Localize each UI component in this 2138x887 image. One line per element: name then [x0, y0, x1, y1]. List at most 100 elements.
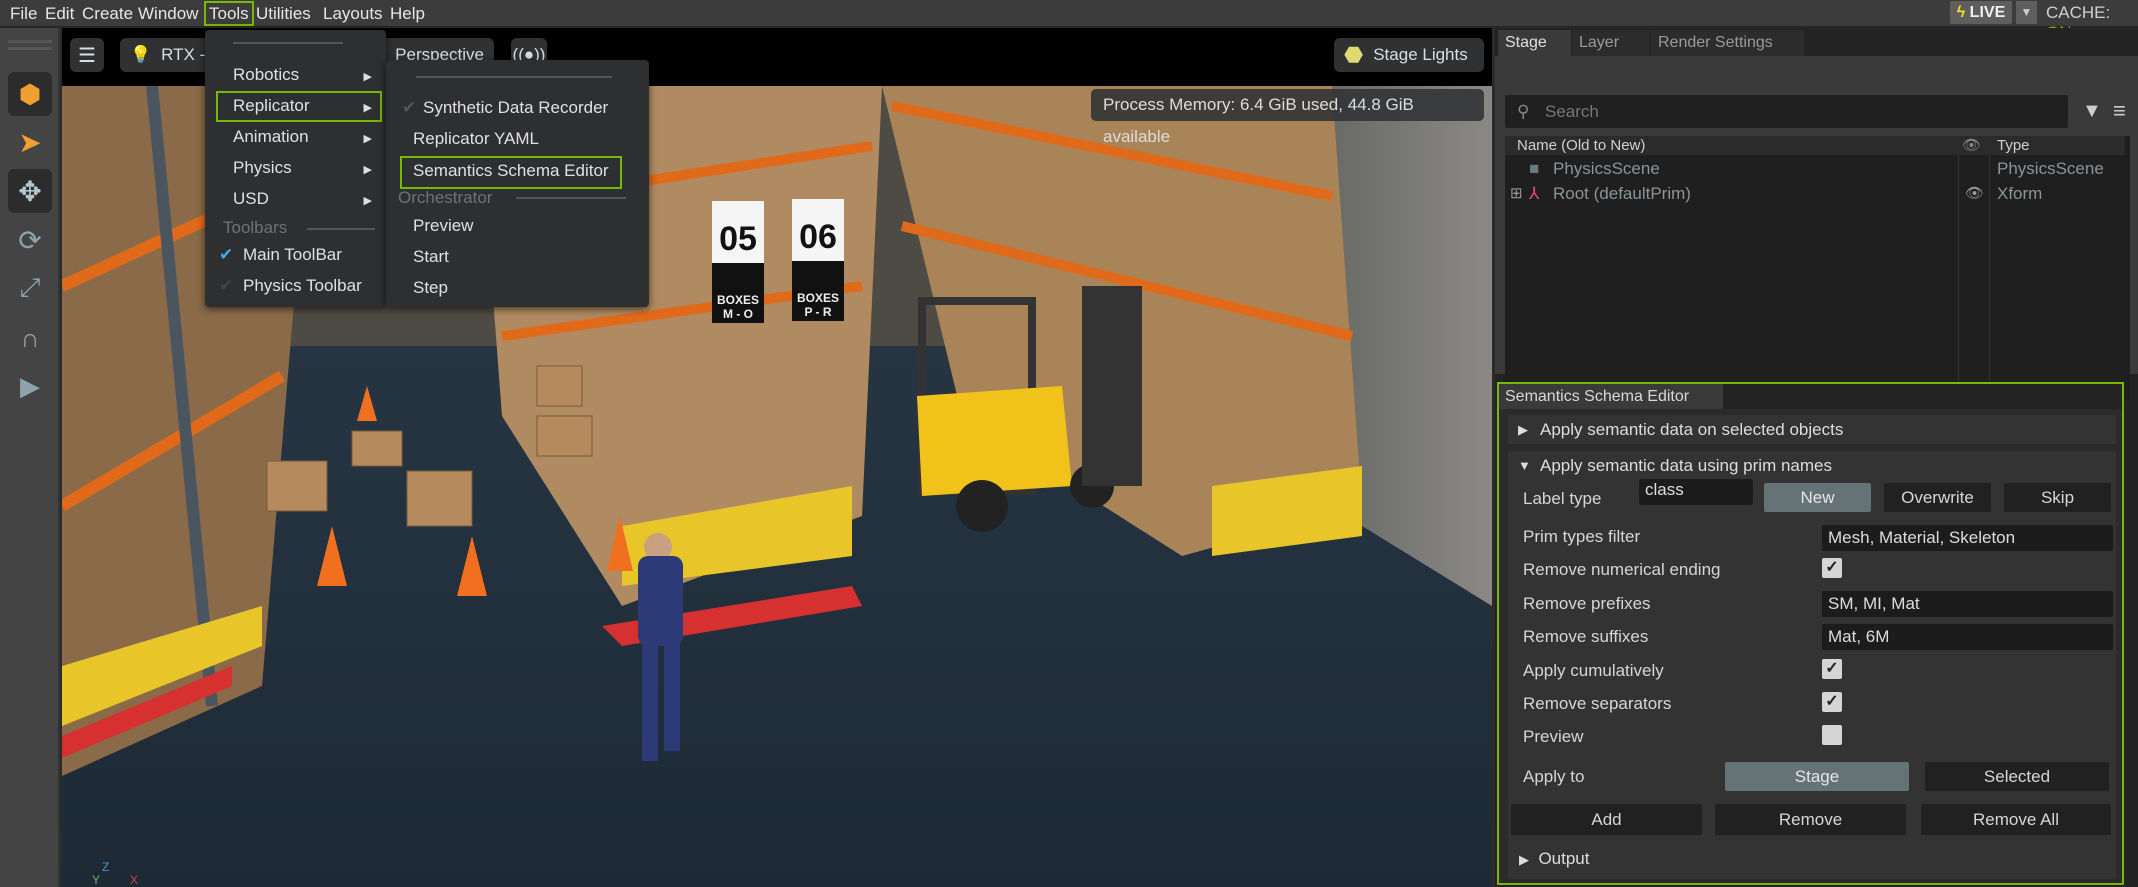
lightning-icon: ϟ	[1956, 4, 1966, 21]
checkmark-icon: ✔	[219, 276, 234, 295]
remove-button[interactable]: Remove	[1715, 804, 1906, 835]
sign-05-range: M - O	[723, 307, 753, 321]
sun-icon: ⬣	[1344, 42, 1364, 67]
menu-edit[interactable]: Edit	[42, 3, 77, 24]
stage-tree: Name (Old to New) 👁 Type ■ PhysicsScene …	[1505, 136, 2130, 400]
cache-label: CACHE:	[2046, 3, 2111, 22]
prim-name: PhysicsScene	[1553, 159, 1660, 178]
scale-icon[interactable]: ⤢	[8, 266, 52, 310]
live-button[interactable]: ϟ LIVE	[1950, 1, 2012, 24]
menu-item-replicator[interactable]: Replicator	[233, 96, 310, 116]
remove-prefixes-label: Remove prefixes	[1523, 594, 1651, 613]
menu-item-preview[interactable]: Preview	[413, 216, 473, 236]
menu-divider	[416, 76, 612, 78]
stage-search-input[interactable]: ⚲ Search	[1505, 95, 2068, 128]
remove-numerical-ending-checkbox[interactable]: ✓	[1822, 558, 1842, 578]
select-mode-icon[interactable]: ⬢	[8, 72, 52, 116]
menu-item-main-toolbar[interactable]: Main ToolBar	[243, 245, 342, 265]
section-title: Apply semantic data using prim names	[1540, 456, 1832, 475]
mode-overwrite-button[interactable]: Overwrite	[1884, 483, 1991, 512]
output-collapsible[interactable]: ▶ Output	[1519, 849, 1590, 871]
triangle-down-icon: ▼	[1518, 458, 1531, 473]
apply-cumulatively-label: Apply cumulatively	[1523, 661, 1664, 680]
menu-item-synthetic-data-recorder[interactable]: Synthetic Data Recorder	[423, 98, 608, 118]
prim-type: PhysicsScene	[1997, 159, 2104, 178]
checkmark-icon: ✔	[402, 98, 417, 117]
remove-numerical-ending-label: Remove numerical ending	[1523, 560, 1721, 579]
menu-help[interactable]: Help	[387, 3, 428, 24]
rotate-icon[interactable]: ⟳	[8, 218, 52, 262]
sliders-icon: ☰	[78, 44, 96, 67]
menu-hamburger-icon[interactable]: ≡	[2113, 98, 2126, 124]
menu-item-semantics-schema-editor[interactable]: Semantics Schema Editor	[413, 161, 609, 181]
menu-layouts[interactable]: Layouts	[320, 3, 386, 24]
submenu-arrow-icon: ▶	[363, 133, 372, 145]
menu-item-start[interactable]: Start	[413, 247, 449, 267]
column-type-header[interactable]: Type	[1997, 136, 2030, 155]
aisle-sign-06: 06 BOXES P - R	[792, 199, 844, 321]
label-type-label: Label type	[1523, 489, 1602, 508]
prim-names-header[interactable]: ▼ Apply semantic data using prim names	[1508, 451, 2116, 480]
prim-types-filter-label: Prim types filter	[1523, 527, 1641, 546]
semantics-editor-body: ▶ Apply semantic data on selected object…	[1499, 409, 2122, 883]
apply-to-stage-button[interactable]: Stage	[1725, 762, 1909, 791]
tools-menu: Robotics Replicator Animation Physics US…	[205, 30, 386, 307]
menu-tools[interactable]: Tools	[204, 1, 254, 26]
prim-name: Root (defaultPrim)	[1553, 184, 1691, 203]
tab-render-settings[interactable]: Render Settings	[1651, 30, 1804, 56]
cube-icon: ■	[1529, 159, 1540, 178]
visibility-eye-icon[interactable]: 👁	[1965, 182, 1984, 206]
menu-file[interactable]: File	[7, 3, 40, 24]
mode-skip-button[interactable]: Skip	[2004, 483, 2111, 512]
mode-new-button[interactable]: New	[1764, 483, 1871, 512]
menu-item-replicator-yaml[interactable]: Replicator YAML	[413, 129, 539, 149]
menu-item-physics-toolbar[interactable]: Physics Toolbar	[243, 276, 362, 296]
xform-axis-icon: ⅄	[1529, 184, 1540, 203]
tab-layer[interactable]: Layer	[1572, 30, 1650, 56]
live-label: LIVE	[1969, 4, 2006, 21]
search-icon: ⚲	[1517, 102, 1530, 121]
move-icon[interactable]: ✥	[8, 169, 52, 213]
column-name-header[interactable]: Name (Old to New)	[1517, 136, 1645, 155]
menu-item-step[interactable]: Step	[413, 278, 448, 298]
section-title: Apply semantic data on selected objects	[1540, 420, 1844, 439]
remove-suffixes-input[interactable]: Mat, 6M	[1822, 624, 2113, 650]
play-icon[interactable]: ▶	[8, 364, 52, 408]
tab-stage[interactable]: Stage	[1498, 30, 1571, 56]
select-arrow-icon[interactable]: ➤	[8, 120, 52, 164]
remove-all-button[interactable]: Remove All	[1921, 804, 2111, 835]
menu-item-physics[interactable]: Physics	[233, 158, 292, 178]
toolbar-grip-handle[interactable]	[8, 40, 52, 50]
expand-plus-icon[interactable]: ⊞	[1510, 182, 1523, 206]
left-toolbar: ⬢ ➤ ✥ ⟳ ⤢ ∩ ▶	[0, 28, 60, 887]
menu-create[interactable]: Create	[79, 3, 136, 24]
viewport-settings-button[interactable]: ☰	[70, 38, 104, 72]
menu-utilities[interactable]: Utilities	[253, 3, 314, 24]
stage-lights-button[interactable]: ⬣ Stage Lights	[1334, 38, 1484, 72]
menu-window[interactable]: Window	[135, 3, 201, 24]
prim-types-filter-input[interactable]: Mesh, Material, Skeleton	[1822, 525, 2113, 551]
menu-divider	[307, 228, 375, 230]
apply-to-selected-button[interactable]: Selected	[1925, 762, 2109, 791]
axis-y-label: Y	[92, 873, 100, 887]
preview-checkbox[interactable]	[1822, 725, 1842, 745]
remove-separators-label: Remove separators	[1523, 694, 1672, 713]
menu-item-robotics[interactable]: Robotics	[233, 65, 299, 85]
sign-06-range: P - R	[804, 305, 831, 319]
menu-item-animation[interactable]: Animation	[233, 127, 309, 147]
remove-separators-checkbox[interactable]: ✓	[1822, 692, 1842, 712]
collapsible-selected-objects[interactable]: ▶ Apply semantic data on selected object…	[1508, 415, 2116, 444]
aisle-sign-05: 05 BOXES M - O	[712, 201, 764, 323]
remove-prefixes-input[interactable]: SM, MI, Mat	[1822, 591, 2113, 617]
label-type-input[interactable]: class	[1639, 479, 1753, 505]
axis-x-label: X	[130, 873, 138, 887]
apply-cumulatively-checkbox[interactable]: ✓	[1822, 659, 1842, 679]
filter-icon[interactable]: ▼	[2082, 100, 2102, 123]
snap-magnet-icon[interactable]: ∩	[8, 316, 52, 360]
menu-item-usd[interactable]: USD	[233, 189, 269, 209]
tree-row-physicsscene[interactable]: ■ PhysicsScene PhysicsScene	[1505, 157, 2125, 181]
semantics-editor-tab[interactable]: Semantics Schema Editor	[1499, 384, 1723, 409]
live-dropdown-chevron-icon[interactable]: ▼	[2016, 1, 2037, 24]
add-button[interactable]: Add	[1511, 804, 1702, 835]
tree-row-root[interactable]: ⊞ ⅄ Root (defaultPrim) 👁 Xform	[1505, 182, 2125, 206]
